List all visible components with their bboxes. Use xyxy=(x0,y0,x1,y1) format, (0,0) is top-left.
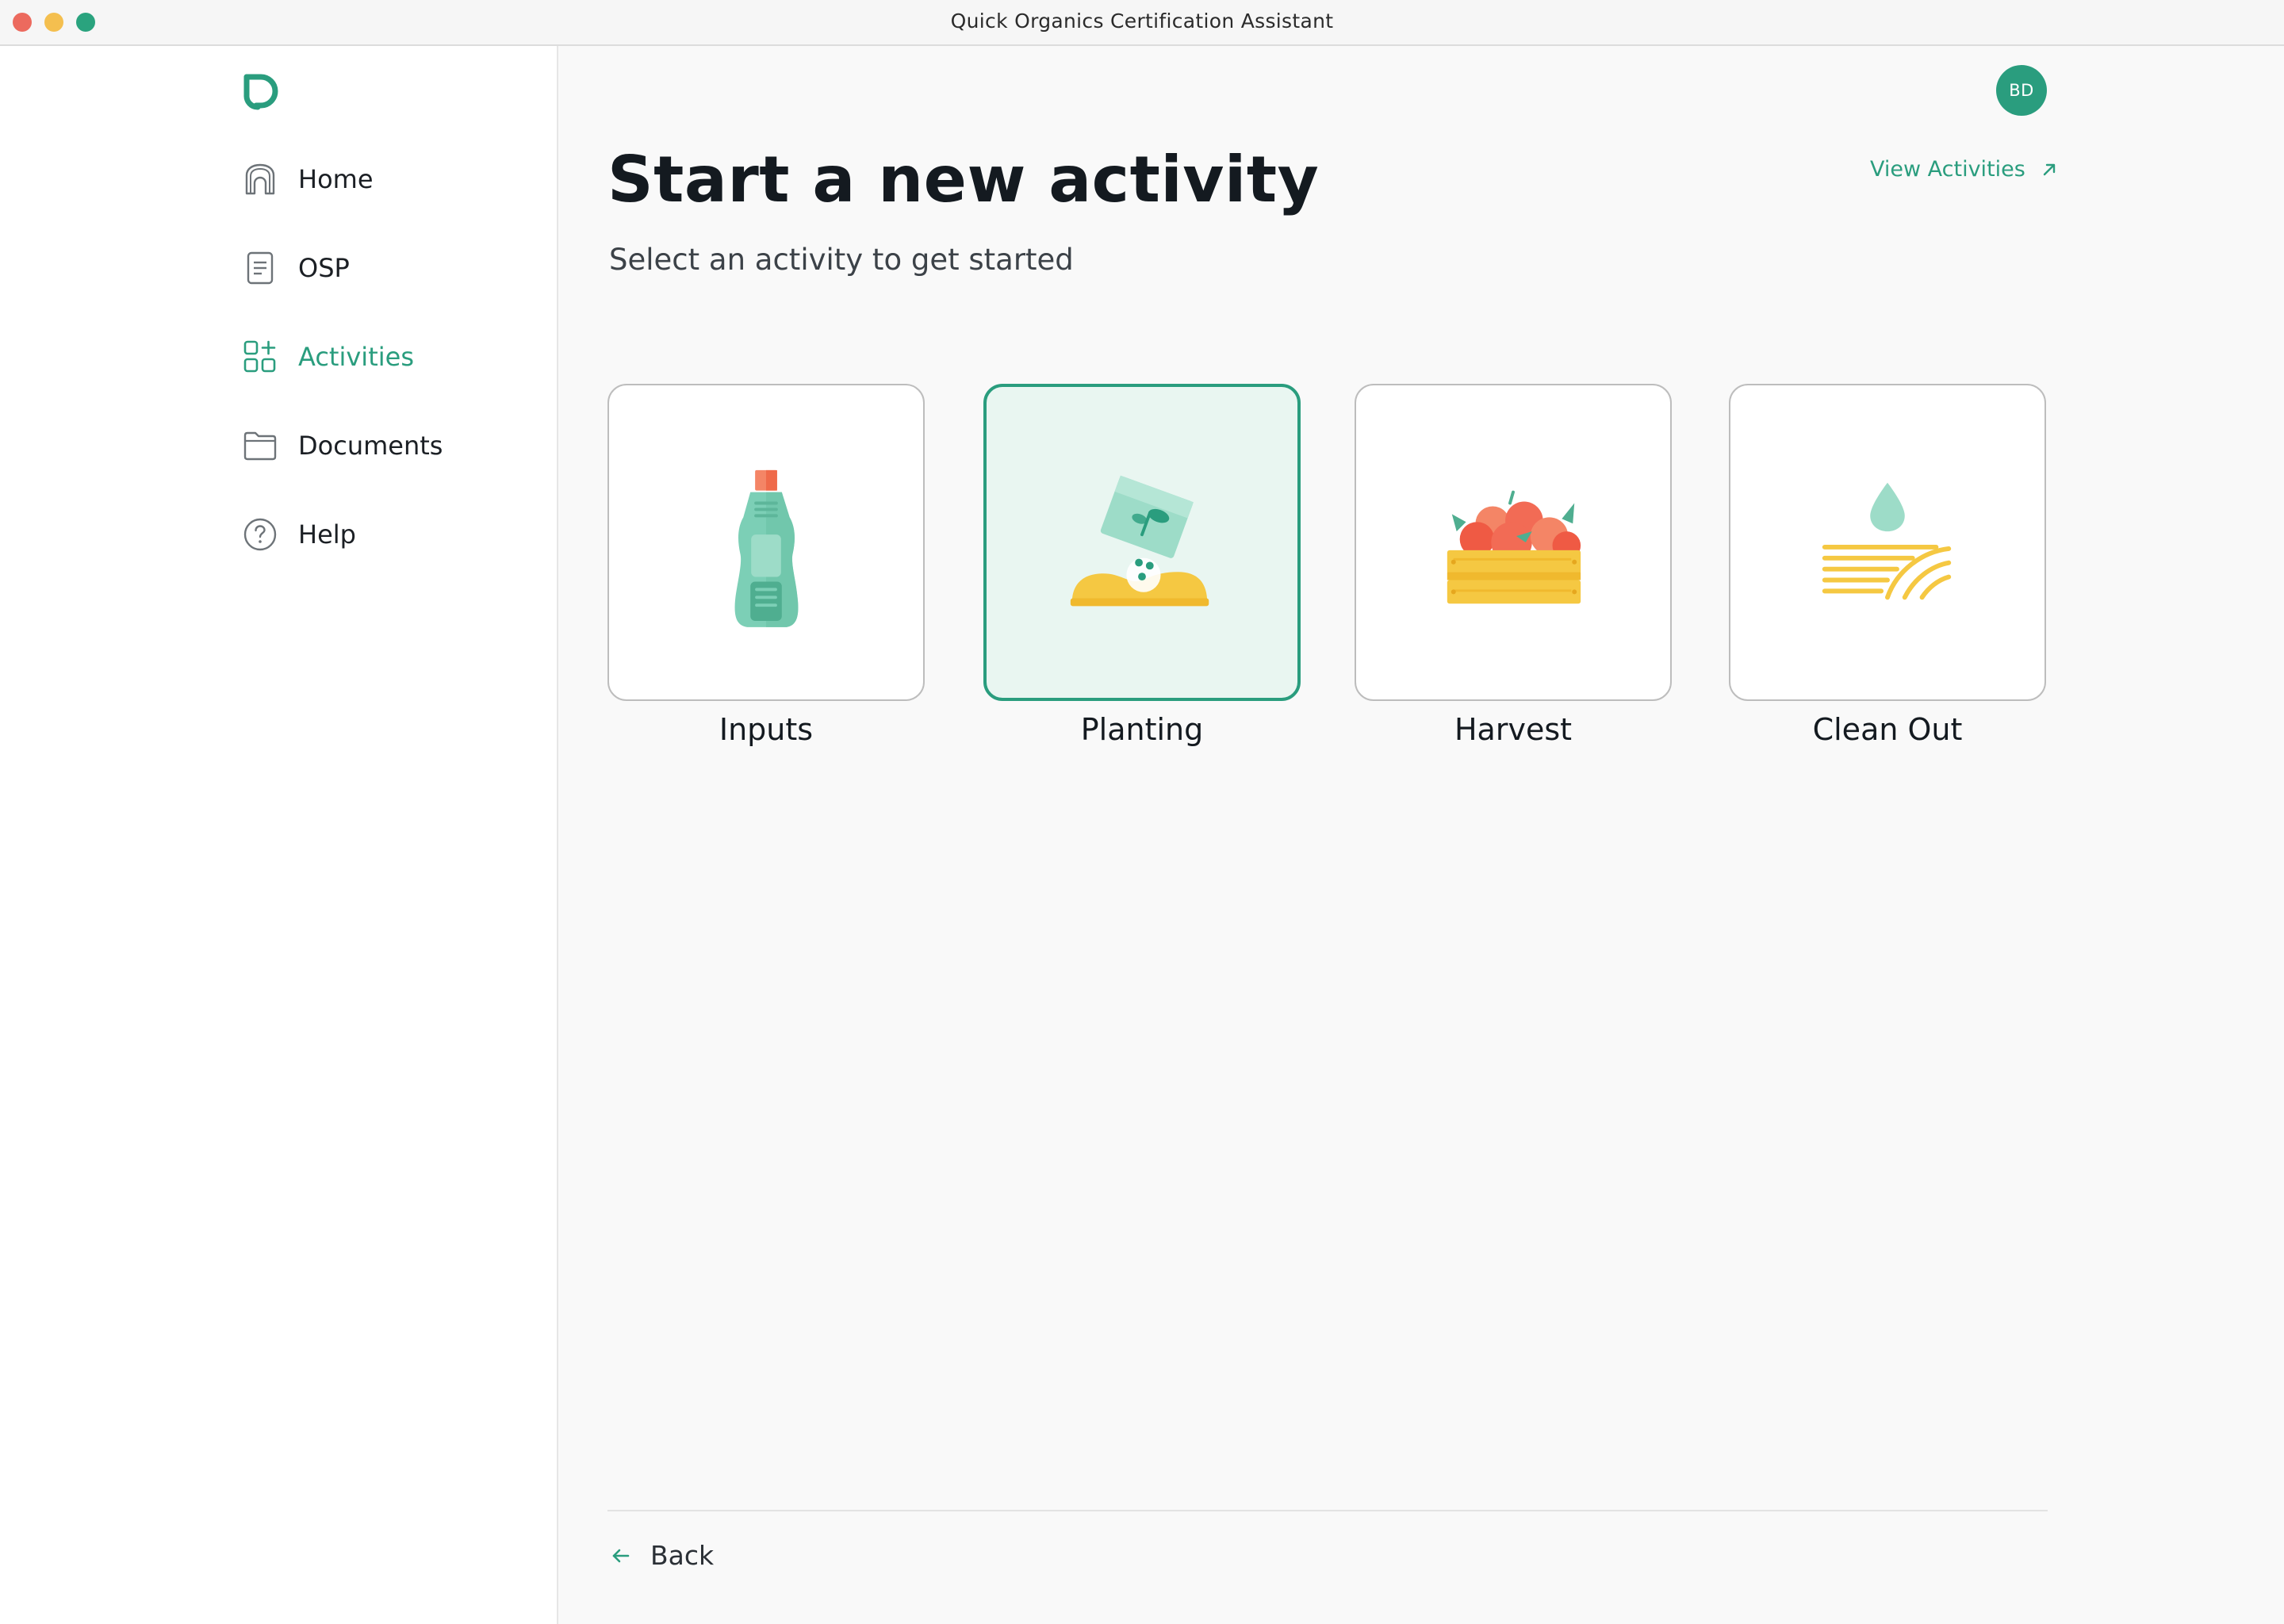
window-titlebar: Quick Organics Certification Assistant xyxy=(0,0,2284,46)
home-icon xyxy=(243,162,278,197)
sidebar-item-label: Activities xyxy=(298,342,414,372)
activity-label-clean-out: Clean Out xyxy=(1812,712,1963,747)
sidebar: Home OSP Activities Documents Help xyxy=(0,46,558,1624)
sidebar-item-label: Home xyxy=(298,164,374,194)
footer-divider xyxy=(607,1510,2048,1511)
bottle-icon xyxy=(734,469,799,627)
activity-label-planting: Planting xyxy=(1080,712,1204,747)
page-title: Start a new activity xyxy=(607,143,1320,216)
activity-card-clean-out[interactable] xyxy=(1729,384,2046,701)
page-subtitle: Select an activity to get started xyxy=(609,243,1074,277)
sidebar-item-label: Help xyxy=(298,519,356,550)
activity-card-planting[interactable] xyxy=(983,384,1301,701)
view-activities-label: View Activities xyxy=(1870,157,2025,182)
fruit-crate-icon xyxy=(1447,490,1581,604)
activities-grid-icon xyxy=(243,339,278,374)
user-avatar[interactable]: BD xyxy=(1996,65,2047,116)
sidebar-item-home[interactable]: Home xyxy=(243,155,544,203)
activity-card-inputs[interactable] xyxy=(607,384,925,701)
activity-label-inputs: Inputs xyxy=(719,712,814,747)
activity-label-harvest: Harvest xyxy=(1454,712,1573,747)
activity-card-harvest[interactable] xyxy=(1355,384,1672,701)
sidebar-item-label: OSP xyxy=(298,253,350,283)
sidebar-item-documents[interactable]: Documents xyxy=(243,422,544,469)
view-activities-link[interactable]: View Activities xyxy=(1870,157,2057,182)
arrow-up-right-icon xyxy=(2043,163,2056,175)
app-logo-icon[interactable] xyxy=(241,71,281,114)
sidebar-item-activities[interactable]: Activities xyxy=(243,333,544,381)
sidebar-item-osp[interactable]: OSP xyxy=(243,244,544,292)
sidebar-item-label: Documents xyxy=(298,431,443,461)
sidebar-item-help[interactable]: Help xyxy=(243,511,544,558)
window-title: Quick Organics Certification Assistant xyxy=(950,10,1334,33)
back-button[interactable]: Back xyxy=(611,1540,714,1571)
document-icon xyxy=(243,251,278,285)
water-drop-field-icon xyxy=(1822,482,1952,600)
arrow-left-icon xyxy=(612,1549,630,1562)
help-icon xyxy=(243,517,278,552)
folder-icon xyxy=(243,428,278,463)
seed-planting-icon xyxy=(1070,475,1209,607)
back-label: Back xyxy=(650,1540,715,1571)
